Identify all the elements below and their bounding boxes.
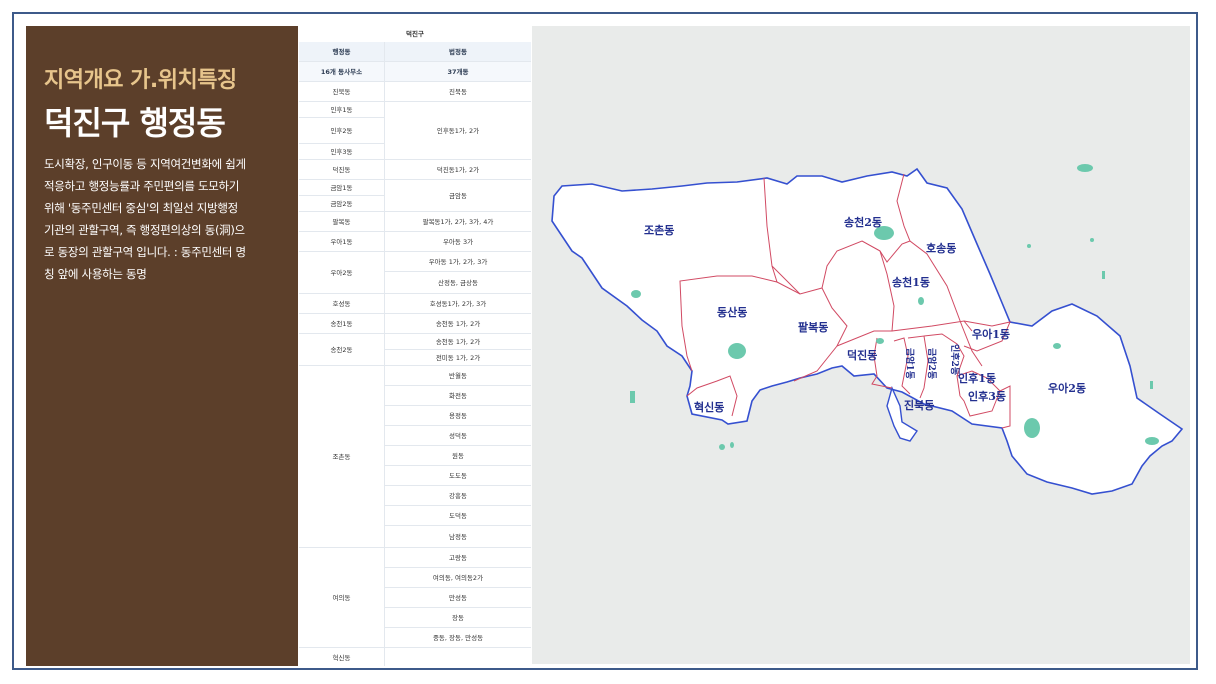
lake [630, 391, 635, 403]
lake [876, 338, 884, 344]
table-cell-haengjeongdong: 송천2동 [299, 334, 385, 366]
table-cell-beopjeongdong: 진북동 [385, 82, 531, 102]
table-cell-haengjeongdong: 조촌동 [299, 366, 385, 548]
description-line: 칭 앞에 사용하는 동명 [44, 267, 147, 281]
table-header-cell: 법정동 [385, 42, 531, 62]
description-line: 위해 '동주민센터 중심'의 최일선 지방행정 [44, 201, 238, 215]
table-subheader-cell: 16개 동사무소 [299, 62, 385, 82]
table-cell-beopjeongdong: 전미동 1가, 2가 [385, 350, 531, 366]
table-cell-beopjeongdong: 덕진동1가, 2가 [385, 160, 531, 180]
table-cell-haengjeongdong: 우아1동 [299, 232, 385, 252]
table-cell-beopjeongdong: 산정동, 금상동 [385, 272, 531, 294]
description: 도시확장, 인구이동 등 지역여건변화에 쉽게 적응하고 행정능률과 주민편의를… [44, 153, 292, 285]
description-line: 기관의 관할구역, 즉 행정편의상의 동(洞)으 [44, 223, 245, 237]
table-cell-beopjeongdong: 인후동1가, 2가 [385, 102, 531, 160]
table-cell-beopjeongdong: 도도동 [385, 466, 531, 486]
label-ua2: 우아2동 [1048, 381, 1086, 395]
label-jochon: 조촌동 [644, 223, 674, 237]
table-cell-haengjeongdong: 여의동 [299, 548, 385, 648]
lake [719, 444, 725, 450]
label-ua1: 우아1동 [972, 327, 1010, 341]
label-geumam2: 금암2동 [926, 348, 938, 379]
table-cell-haengjeongdong: 금암2동 [299, 196, 385, 212]
table-cell-haengjeongdong: 우아2동 [299, 252, 385, 294]
table-cell-beopjeongdong: 여의동, 여의동2가 [385, 568, 531, 588]
label-dongsan: 동산동 [717, 305, 747, 319]
table-cell-beopjeongdong: 송천동 1가, 2가 [385, 314, 531, 334]
lake [1145, 437, 1159, 445]
lake [1102, 271, 1105, 279]
label-songcheon2: 송천2동 [844, 215, 882, 229]
label-songcheon1: 송천1동 [892, 275, 930, 289]
district-table: 덕진구 행정동 법정동 16개 동사무소 37개동 진북동 인후1동 인후2동 인후3동 덕진동… [299, 26, 531, 666]
table-cell-beopjeongdong: 도덕동 [385, 506, 531, 526]
table-cell-beopjeongdong: 장동 [385, 608, 531, 628]
label-inhu2: 인후2동 [949, 344, 961, 375]
label-jinbuk: 진북동 [904, 398, 934, 412]
lake [1150, 381, 1153, 389]
table-cell-haengjeongdong: 송천1동 [299, 314, 385, 334]
description-line: 적응하고 행정능률과 주민편의를 도모하기 [44, 179, 240, 193]
lake [1077, 164, 1093, 172]
table-cell-haengjeongdong: 진북동 [299, 82, 385, 102]
label-geumam1: 금암1동 [904, 348, 916, 379]
table-cell-beopjeongdong: 송천동 1가, 2가 [385, 334, 531, 350]
table-cell-beopjeongdong: 만성동 [385, 588, 531, 608]
label-inhu3: 인후3동 [968, 389, 1006, 403]
table-cell-beopjeongdong: 우아동 1가, 2가, 3가 [385, 252, 531, 272]
label-hoseong: 호송동 [926, 241, 956, 255]
label-inhu1: 인후1동 [958, 371, 996, 385]
lake [1027, 244, 1031, 248]
label-hyeoksin: 혁신동 [694, 400, 724, 414]
lake [1024, 418, 1040, 438]
table-cell-beopjeongdong: 성덕동 [385, 426, 531, 446]
lake [1090, 238, 1094, 242]
lake [728, 343, 746, 359]
table-cell-beopjeongdong: 화전동 [385, 386, 531, 406]
district-map: 조촌동 송천2동 호송동 송천1동 동산동 팔복동 우아1동 덕진동 금암1동 … [532, 26, 1190, 664]
table-cell-beopjeongdong: 팔복동1가, 2가, 3가, 4가 [385, 212, 531, 232]
table-caption: 덕진구 [406, 30, 424, 38]
page-title: 덕진구 행정동 [44, 104, 226, 142]
description-line: 로 동장의 관할구역 입니다. : 동주민센터 명 [44, 245, 246, 259]
table-cell-beopjeongdong: 호성동1가, 2가, 3가 [385, 294, 531, 314]
table-cell-beopjeongdong: 반월동 [385, 366, 531, 386]
table-cell-beopjeongdong: 강흥동 [385, 486, 531, 506]
table-cell-beopjeongdong: 고랑동 [385, 548, 531, 568]
description-line: 도시확장, 인구이동 등 지역여건변화에 쉽게 [44, 157, 246, 171]
section-title: 지역개요 가.위치특징 [44, 68, 237, 93]
label-palbok: 팔복동 [798, 320, 828, 334]
lake [730, 442, 734, 448]
table-cell-haengjeongdong: 혁신동 [299, 648, 385, 666]
table-cell-haengjeongdong: 인후1동 [299, 102, 385, 118]
table-cell-beopjeongdong: 남정동 [385, 526, 531, 548]
district-map-svg: 조촌동 송천2동 호송동 송천1동 동산동 팔복동 우아1동 덕진동 금암1동 … [532, 26, 1190, 664]
table-cell-haengjeongdong: 팔복동 [299, 212, 385, 232]
table-cell-beopjeongdong: 용정동 [385, 406, 531, 426]
table-subheader-cell: 37개동 [385, 62, 531, 82]
table-header-cell: 행정동 [299, 42, 385, 62]
table-cell-haengjeongdong: 덕진동 [299, 160, 385, 180]
table-cell-haengjeongdong: 금암1동 [299, 180, 385, 196]
lake [918, 297, 924, 305]
table-cell-beopjeongdong: 금암동 [385, 180, 531, 212]
label-deokjin: 덕진동 [847, 348, 877, 362]
table-cell-haengjeongdong: 인후3동 [299, 144, 385, 160]
table-cell-beopjeongdong: 우아동 3가 [385, 232, 531, 252]
table-cell-beopjeongdong: 중동, 장동, 만성동 [385, 628, 531, 648]
table-cell-haengjeongdong: 호성동 [299, 294, 385, 314]
lake [631, 290, 641, 298]
table-cell-haengjeongdong: 인후2동 [299, 118, 385, 144]
table-cell-beopjeongdong: 원동 [385, 446, 531, 466]
lake [1053, 343, 1061, 349]
